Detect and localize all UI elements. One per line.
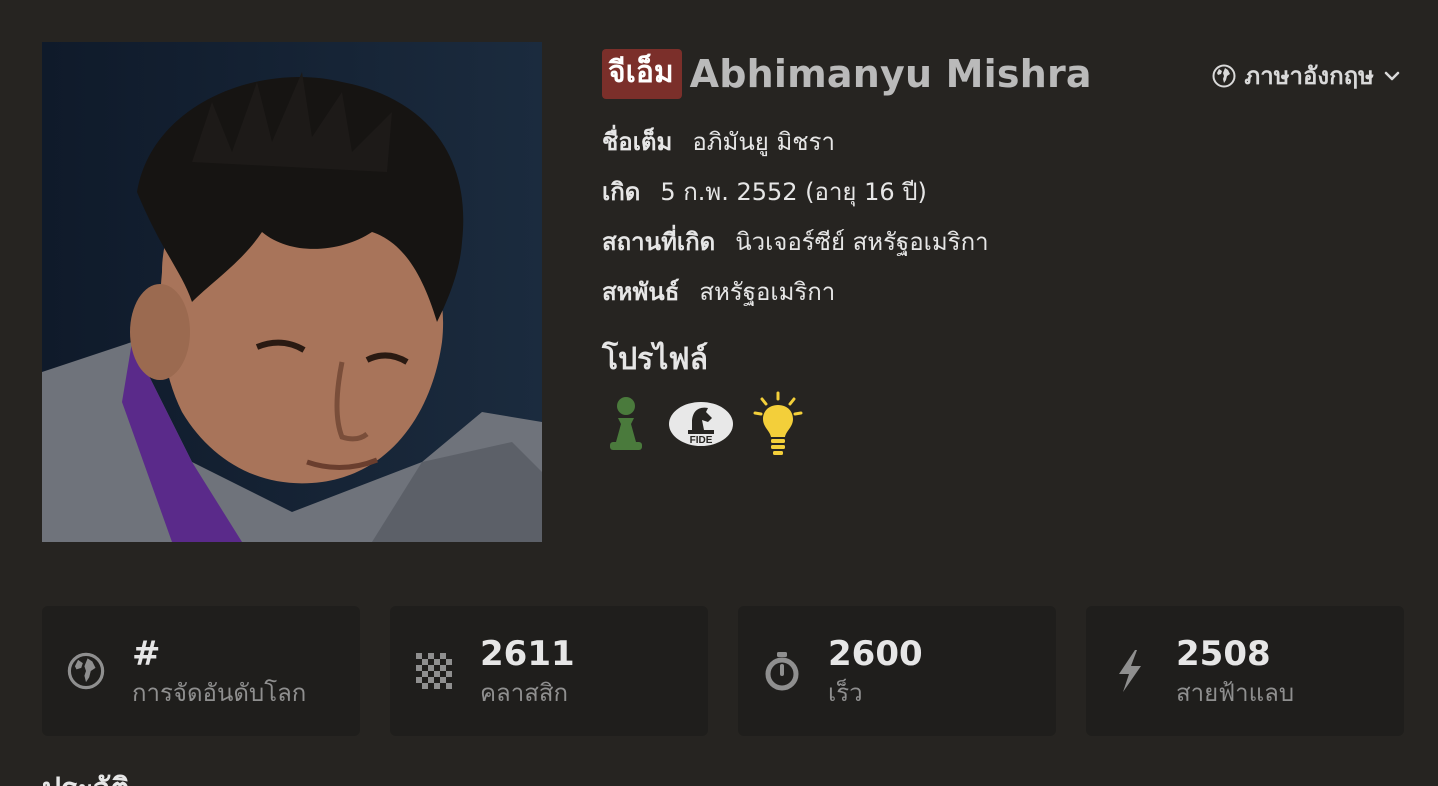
profile-links: FIDE: [602, 391, 1402, 461]
checkerboard-icon: [414, 651, 454, 691]
fact-born: เกิด 5 ก.พ. 2552 (อายุ 16 ปี): [602, 166, 1402, 216]
player-profile-page: จีเอ็ม Abhimanyu Mishra ภาษาอังกฤษ ชื่อเ…: [0, 0, 1438, 786]
card-rapid: 2600 เร็ว: [738, 606, 1056, 736]
blitz-rating-value: 2508: [1176, 634, 1271, 674]
title-badge: จีเอ็ม: [602, 49, 682, 99]
rapid-rating-label: เร็ว: [828, 679, 863, 707]
blitz-rating-label: สายฟ้าแลบ: [1176, 679, 1295, 707]
player-name: Abhimanyu Mishra: [689, 52, 1092, 96]
fact-key: สหพันธ์: [602, 277, 680, 306]
fact-key: สถานที่เกิด: [602, 227, 716, 256]
lightning-icon: [1110, 650, 1150, 692]
classical-rating-label: คลาสสิก: [480, 679, 569, 707]
lightbulb-icon[interactable]: [752, 391, 804, 461]
world-rank-label: การจัดอันดับโลก: [132, 679, 307, 707]
globe-icon: [66, 651, 106, 691]
globe-icon: [1212, 64, 1236, 88]
rating-cards: # การจัดอันดับโลก 2611 คลาสสิก 2600 เร็ว…: [42, 606, 1404, 736]
stopwatch-icon: [762, 651, 802, 691]
classical-rating-value: 2611: [480, 634, 575, 674]
player-facts: ชื่อเต็ม อภิมันยู มิชรา เกิด 5 ก.พ. 2552…: [602, 116, 1402, 316]
history-heading: ประวัติ: [42, 766, 130, 786]
fact-federation: สหพันธ์ สหรัฐอเมริกา: [602, 266, 1402, 316]
fide-logo-text: FIDE: [690, 435, 713, 446]
fact-key: เกิด: [602, 177, 641, 206]
fact-value: นิวเจอร์ซีย์ สหรัฐอเมริกา: [735, 227, 989, 256]
chess-pawn-icon[interactable]: [602, 394, 650, 458]
fact-value: อภิมันยู มิชรา: [692, 127, 835, 156]
fact-full-name: ชื่อเต็ม อภิมันยู มิชรา: [602, 116, 1402, 166]
fact-value: 5 ก.พ. 2552 (อายุ 16 ปี): [660, 177, 927, 206]
card-world-rank: # การจัดอันดับโลก: [42, 606, 360, 736]
player-info: จีเอ็ม Abhimanyu Mishra ภาษาอังกฤษ ชื่อเ…: [602, 48, 1402, 461]
world-rank-value: #: [132, 634, 161, 674]
rapid-rating-value: 2600: [828, 634, 923, 674]
language-label: ภาษาอังกฤษ: [1244, 62, 1374, 90]
fact-place-of-birth: สถานที่เกิด นิวเจอร์ซีย์ สหรัฐอเมริกา: [602, 216, 1402, 266]
chevron-down-icon: [1382, 66, 1402, 86]
language-selector[interactable]: ภาษาอังกฤษ: [1212, 56, 1402, 95]
player-photo: [42, 42, 542, 542]
fide-logo-icon[interactable]: FIDE: [668, 396, 734, 456]
card-blitz: 2508 สายฟ้าแลบ: [1086, 606, 1404, 736]
card-classical: 2611 คลาสสิก: [390, 606, 708, 736]
fact-key: ชื่อเต็ม: [602, 127, 673, 156]
profiles-heading: โปรไฟล์: [602, 342, 708, 377]
fact-value: สหรัฐอเมริกา: [699, 277, 836, 306]
